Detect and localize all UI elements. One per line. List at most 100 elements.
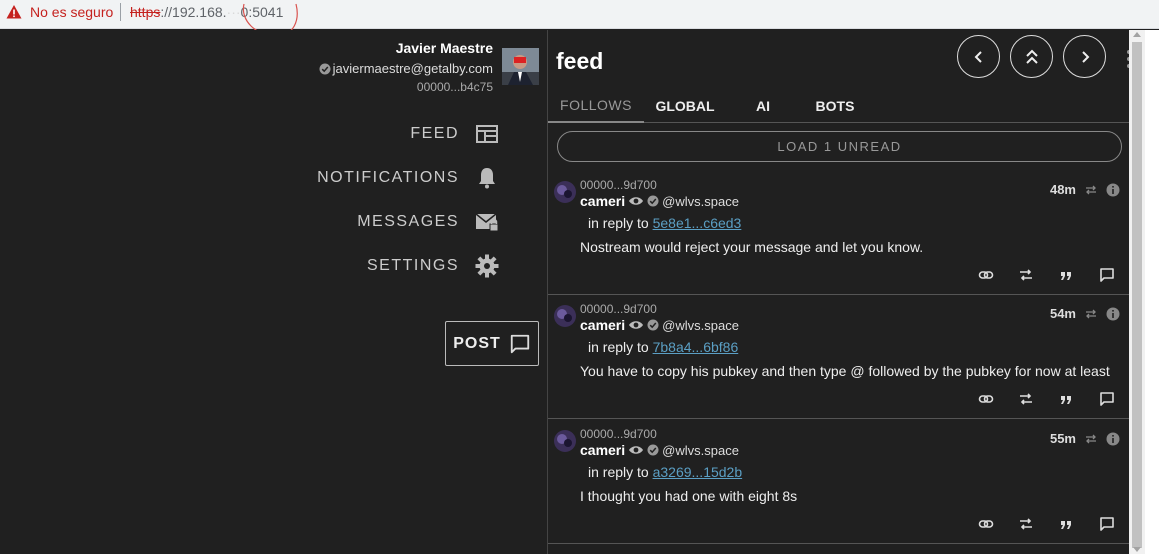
eye-icon: [629, 197, 644, 205]
reply-link[interactable]: 7b8a4...6bf86: [653, 339, 739, 355]
post-time: 55m: [1049, 431, 1076, 446]
info-icon[interactable]: [1106, 432, 1120, 446]
link-icon[interactable]: [978, 267, 994, 283]
nav-notifications[interactable]: NOTIFICATIONS: [317, 165, 499, 191]
post-content: Nostream would reject your message and l…: [580, 239, 924, 255]
post-author[interactable]: cameri @wlvs.space: [580, 317, 739, 333]
nav-messages[interactable]: MESSAGES: [357, 209, 499, 235]
scroll-up-arrow[interactable]: [1133, 32, 1141, 37]
author-name[interactable]: cameri: [580, 193, 625, 209]
post-time: 54m: [1049, 306, 1076, 321]
post-actions: [548, 391, 1129, 411]
feed-panel: feed FOLLOWS GLOBAL AI BOTS LOAD 1 UNREA…: [547, 30, 1129, 554]
chevron-right-icon: [1081, 50, 1089, 63]
url-divider: [120, 3, 121, 21]
browser-url-bar[interactable]: No es seguro https://192.168.···0:5041: [0, 0, 1159, 37]
post-time: 48m: [1049, 182, 1076, 197]
url-scheme: https: [130, 4, 161, 20]
tab-follows[interactable]: FOLLOWS: [548, 88, 644, 123]
back-button[interactable]: [957, 35, 1000, 78]
bell-icon: [479, 168, 495, 189]
url-host: ://192.168.: [160, 4, 227, 20]
reply-prefix: in reply to: [588, 339, 649, 355]
post-pubkey: 00000...9d700: [580, 178, 657, 192]
feed-post[interactable]: 00000...9d700 cameri @wlvs.space 54m in …: [548, 295, 1129, 419]
reply-link[interactable]: 5e8e1...c6ed3: [653, 215, 742, 231]
repost-icon[interactable]: [1018, 516, 1034, 532]
repost-icon[interactable]: [1018, 267, 1034, 283]
nav-feed-label: FEED: [410, 125, 459, 142]
post-meta: 54m: [1050, 306, 1120, 321]
tab-global[interactable]: GLOBAL: [644, 88, 726, 123]
link-icon[interactable]: [978, 391, 994, 407]
scrollbar[interactable]: [1129, 30, 1145, 554]
post-avatar[interactable]: [554, 305, 576, 327]
forward-button[interactable]: [1063, 35, 1106, 78]
double-chevron-up-icon: [1025, 49, 1038, 64]
warning-icon[interactable]: [6, 4, 22, 20]
post-author[interactable]: cameri @wlvs.space: [580, 193, 739, 209]
page-title: feed: [556, 48, 604, 74]
post-content: I thought you had one with eight 8s: [580, 488, 798, 504]
feed-tabs: FOLLOWS GLOBAL AI BOTS: [548, 88, 1129, 123]
scroll-down-arrow[interactable]: [1133, 547, 1141, 552]
gear-icon: [475, 254, 499, 278]
profile-email: javiermaestre@getalby.com: [332, 61, 493, 76]
author-name[interactable]: cameri: [580, 442, 625, 458]
post-meta: 55m: [1050, 431, 1120, 446]
author-nip05: @wlvs.space: [662, 317, 739, 333]
repost-indicator-icon: [1086, 185, 1096, 194]
link-icon[interactable]: [978, 516, 994, 532]
info-icon[interactable]: [1106, 183, 1120, 197]
repost-icon[interactable]: [1018, 391, 1034, 407]
verified-icon: [319, 63, 331, 74]
quote-icon[interactable]: [1058, 516, 1074, 532]
security-warning-text[interactable]: No es seguro: [30, 4, 113, 20]
nav-feed[interactable]: FEED: [410, 121, 499, 147]
post-button[interactable]: POST: [445, 321, 539, 366]
post-meta: 48m: [1050, 182, 1120, 197]
scroll-top-button[interactable]: [1010, 35, 1053, 78]
verified-icon: [647, 195, 659, 207]
repost-indicator-icon: [1086, 434, 1096, 443]
reply-prefix: in reply to: [588, 215, 649, 231]
post-author[interactable]: cameri @wlvs.space: [580, 442, 739, 458]
reply-link[interactable]: a3269...15d2b: [653, 464, 743, 480]
info-icon[interactable]: [1106, 307, 1120, 321]
post-pubkey: 00000...9d700: [580, 302, 657, 316]
feed-post[interactable]: 00000...9d700 cameri @wlvs.space 55m in …: [548, 420, 1129, 544]
post-button-label: POST: [453, 334, 501, 352]
eye-icon: [629, 321, 644, 329]
author-name[interactable]: cameri: [580, 317, 625, 333]
reply-context: in reply to 5e8e1...c6ed3: [588, 215, 741, 231]
feed-post[interactable]: 00000...9d700 cameri @wlvs.space 48m in …: [548, 171, 1129, 295]
reply-icon[interactable]: [1099, 516, 1115, 532]
reply-prefix: in reply to: [588, 464, 649, 480]
post-avatar[interactable]: [554, 430, 576, 452]
feed-icon: [476, 125, 498, 143]
post-avatar[interactable]: [554, 181, 576, 203]
post-content: You have to copy his pubkey and then typ…: [580, 363, 1110, 379]
profile-nip05: javiermaestre@getalby.com: [319, 61, 493, 76]
load-unread-button[interactable]: LOAD 1 UNREAD: [557, 131, 1122, 162]
post-actions: [548, 267, 1129, 287]
nav-messages-label: MESSAGES: [357, 213, 459, 230]
scroll-thumb[interactable]: [1132, 42, 1142, 548]
chat-icon: [510, 334, 529, 353]
avatar[interactable]: [502, 48, 539, 85]
reply-icon[interactable]: [1099, 267, 1115, 283]
tab-bots[interactable]: BOTS: [800, 88, 870, 123]
nav-notifications-label: NOTIFICATIONS: [317, 169, 459, 186]
repost-indicator-icon: [1086, 309, 1096, 318]
nav-settings[interactable]: SETTINGS: [367, 253, 499, 279]
profile-name[interactable]: Javier Maestre: [396, 40, 493, 56]
tab-ai[interactable]: AI: [726, 88, 800, 123]
reply-context: in reply to 7b8a4...6bf86: [588, 339, 738, 355]
chevron-left-icon: [974, 50, 982, 63]
quote-icon[interactable]: [1058, 391, 1074, 407]
author-nip05: @wlvs.space: [662, 442, 739, 458]
verified-icon: [647, 444, 659, 456]
quote-icon[interactable]: [1058, 267, 1074, 283]
reply-icon[interactable]: [1099, 391, 1115, 407]
nav-settings-label: SETTINGS: [366, 257, 459, 274]
